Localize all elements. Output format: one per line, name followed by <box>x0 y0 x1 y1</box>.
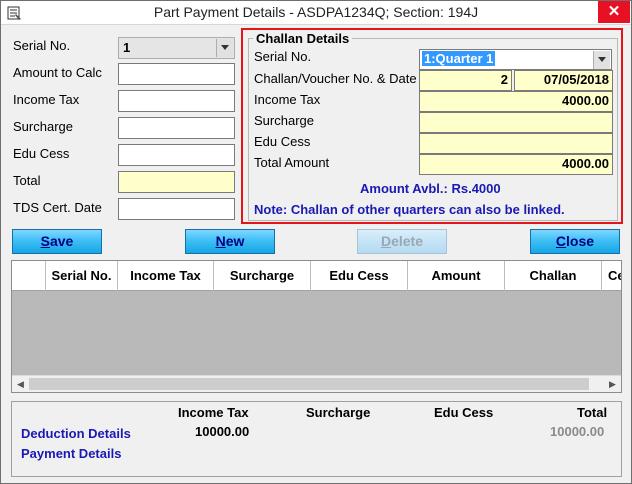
summary-income-tax-header: Income Tax <box>178 405 249 420</box>
total-field <box>118 171 235 193</box>
grid-row-selector-header <box>12 261 46 291</box>
delete-accesskey: D <box>380 233 392 249</box>
edu-cess-field[interactable] <box>118 144 235 166</box>
window-close-button[interactable]: ✕ <box>598 1 630 23</box>
challan-voucher-no-field[interactable]: 2 <box>419 70 512 91</box>
surcharge-label: Surcharge <box>13 119 73 134</box>
chevron-down-icon[interactable] <box>593 51 610 69</box>
summary-edu-cess-header: Edu Cess <box>434 405 494 420</box>
scroll-left-icon[interactable]: ◀ <box>12 376 29 392</box>
payment-details-link[interactable]: Payment Details <box>21 446 121 461</box>
delete-label: elete <box>391 233 424 249</box>
save-button[interactable]: Save <box>12 229 102 254</box>
challan-edu-cess-label: Edu Cess <box>254 134 311 149</box>
challan-note-text: Note: Challan of other quarters can also… <box>254 202 565 217</box>
challan-income-tax-field[interactable]: 4000.00 <box>419 91 613 112</box>
grid-column-header[interactable]: Serial No. <box>46 261 118 291</box>
amount-available-text: Amount Avbl.: Rs.4000 <box>360 181 501 196</box>
challan-edu-cess-field[interactable] <box>419 133 613 154</box>
amount-to-calc-label: Amount to Calc <box>13 65 102 80</box>
summary-surcharge-header: Surcharge <box>306 405 371 420</box>
edu-cess-label: Edu Cess <box>13 146 70 161</box>
title-bar: Part Payment Details - ASDPA1234Q; Secti… <box>1 1 631 25</box>
challan-serial-no-label: Serial No. <box>254 49 312 64</box>
grid-column-header[interactable]: Surcharge <box>214 261 311 291</box>
window-title: Part Payment Details - ASDPA1234Q; Secti… <box>153 4 479 20</box>
challan-total-amount-label: Total Amount <box>254 155 330 170</box>
grid-horizontal-scrollbar[interactable]: ◀ ▶ <box>12 375 621 392</box>
save-label: ave <box>49 233 74 249</box>
serial-no-label: Serial No. <box>13 38 71 53</box>
tds-cert-date-field[interactable] <box>118 198 235 220</box>
part-payment-window: Part Payment Details - ASDPA1234Q; Secti… <box>0 0 632 484</box>
amount-to-calc-field[interactable] <box>118 63 235 85</box>
deduction-income-tax-value: 10000.00 <box>195 424 250 439</box>
tds-cert-date-label: TDS Cert. Date <box>13 200 102 215</box>
scrollbar-thumb[interactable] <box>29 378 589 390</box>
serial-no-combo[interactable]: 1 <box>118 37 235 59</box>
serial-no-value: 1 <box>123 40 131 55</box>
payment-grid[interactable]: Serial No. Income Tax Surcharge Edu Cess… <box>11 260 622 393</box>
challan-voucher-label: Challan/Voucher No. & Date <box>254 71 417 86</box>
challan-serial-no-value: 1:Quarter 1 <box>422 51 496 66</box>
new-label: ew <box>225 233 245 249</box>
total-label: Total <box>13 173 41 188</box>
grid-column-header[interactable]: Edu Cess <box>311 261 408 291</box>
grid-column-header[interactable]: Income Tax <box>118 261 214 291</box>
chevron-down-icon[interactable] <box>216 39 233 57</box>
challan-income-tax-label: Income Tax <box>254 92 321 107</box>
surcharge-field[interactable] <box>118 117 235 139</box>
summary-total-header: Total <box>577 405 608 420</box>
challan-surcharge-field[interactable] <box>419 112 613 133</box>
summary-panel: Income Tax Surcharge Edu Cess Total Dedu… <box>11 401 622 477</box>
deduction-total-value: 10000.00 <box>550 424 605 439</box>
deduction-details-link[interactable]: Deduction Details <box>21 426 131 441</box>
close-label: lose <box>566 233 595 249</box>
challan-details-title: Challan Details <box>253 31 353 46</box>
grid-header: Serial No. Income Tax Surcharge Edu Cess… <box>12 261 621 291</box>
scroll-right-icon[interactable]: ▶ <box>604 376 621 392</box>
new-button[interactable]: New <box>185 229 275 254</box>
challan-total-amount-field: 4000.00 <box>419 154 613 175</box>
grid-column-header[interactable]: Amount <box>408 261 505 291</box>
delete-button[interactable]: Delete <box>357 229 447 254</box>
close-button[interactable]: Close <box>530 229 620 254</box>
grid-column-header[interactable]: Ce <box>602 261 621 291</box>
save-accesskey: S <box>40 233 50 249</box>
challan-details-highlight: Challan Details Serial No. 1:Quarter 1 C… <box>241 28 623 224</box>
challan-serial-no-combo[interactable]: 1:Quarter 1 <box>419 49 612 70</box>
grid-column-header[interactable]: Challan <box>505 261 602 291</box>
income-tax-field[interactable] <box>118 90 235 112</box>
income-tax-label: Income Tax <box>13 92 80 107</box>
challan-voucher-date-field[interactable]: 07/05/2018 <box>514 70 613 91</box>
challan-surcharge-label: Surcharge <box>254 113 314 128</box>
close-accesskey: C <box>555 233 567 249</box>
new-accesskey: N <box>215 233 226 249</box>
